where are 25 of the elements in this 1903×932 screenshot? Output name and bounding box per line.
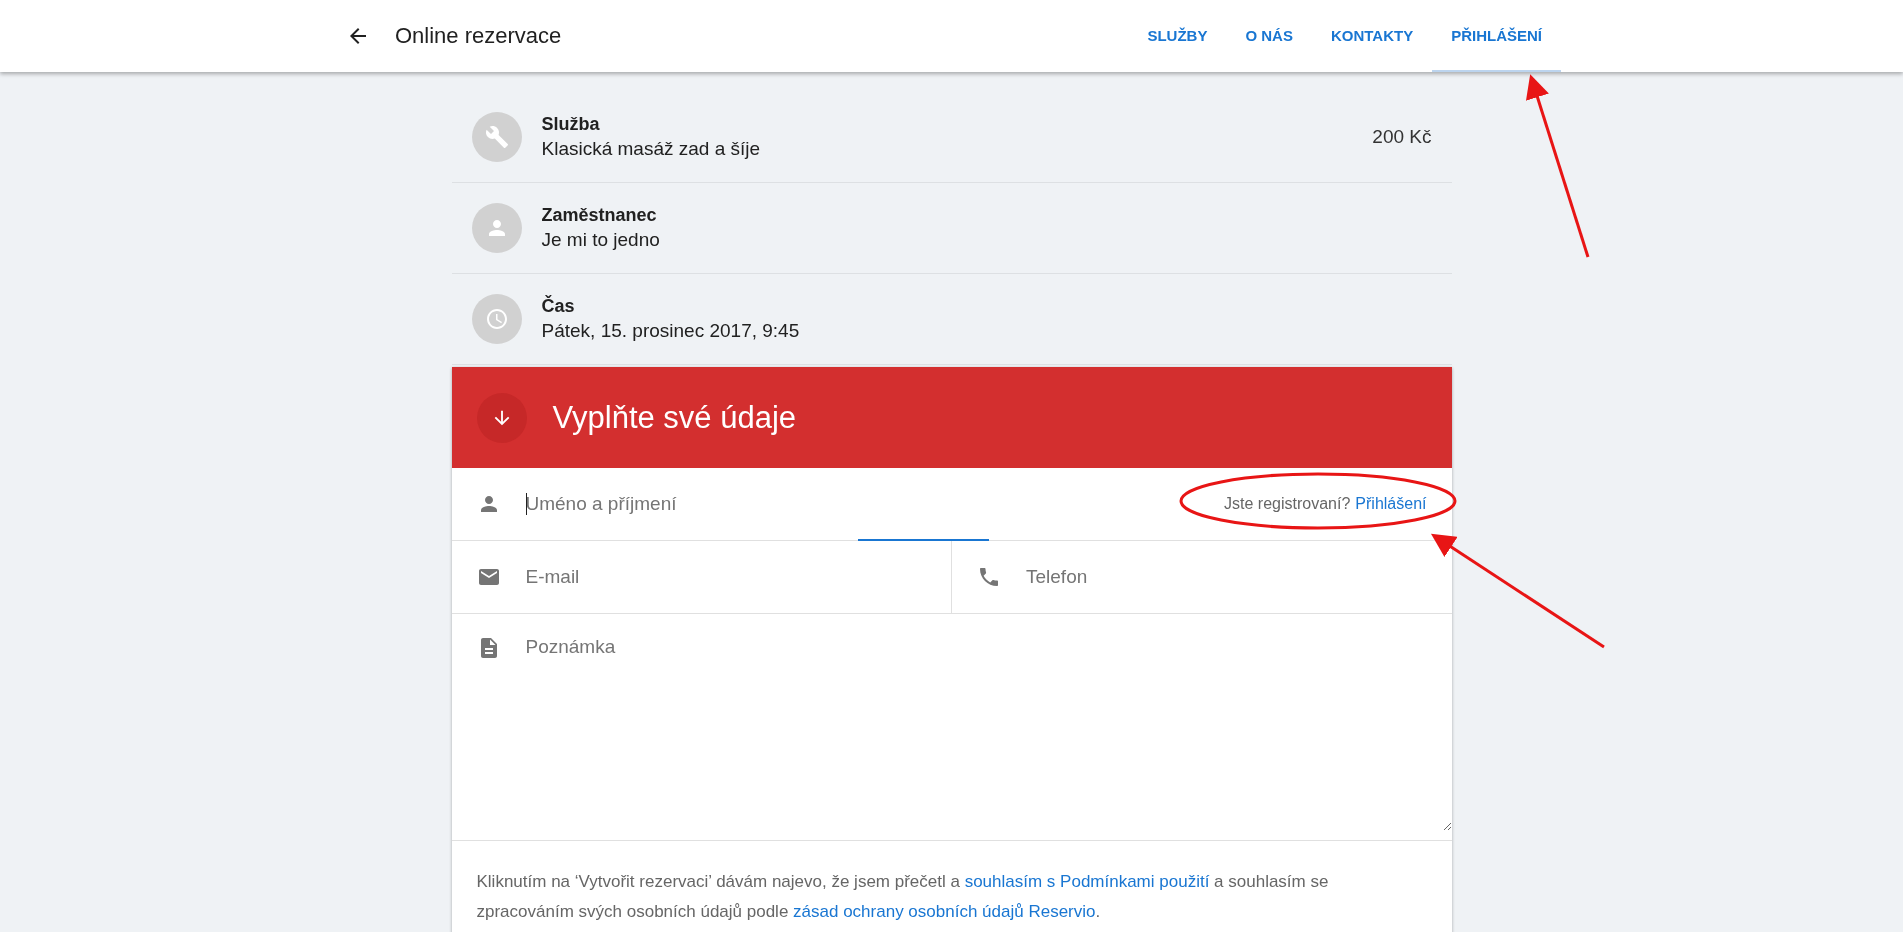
page-title: Online rezervace: [395, 23, 563, 49]
terms-text: Kliknutím na ‘Vytvořit rezervaci’ dávám najevo, že jsem přečetl a souhlasím s Podmínkami použití a souhlasím se zpracováním svých osobních údajů podle zásad ochrany osobních údajů Reservio.: [475, 871, 1330, 923]
nav-tab[interactable]: KONTAKTY: [1311, 0, 1433, 72]
login-prompt: Jste registrovaní?: [1224, 495, 1351, 513]
nav-tab[interactable]: O NÁS: [1226, 0, 1312, 72]
clock-icon: [484, 307, 509, 331]
phone-field[interactable]: Telefon: [1026, 557, 1452, 597]
price: 200 Kč: [1372, 126, 1432, 148]
terms-link[interactable]: zásad ochrany osobních údajů Reservio: [793, 902, 1096, 921]
section-title: Vyplňte své údaje: [552, 399, 797, 436]
wrench-icon: [484, 125, 509, 149]
terms-link[interactable]: souhlasím s Podmínkami použití: [964, 872, 1210, 891]
summary-label: Služba: [541, 114, 601, 135]
summary-value: Klasická masáž zad a šíje: [541, 138, 762, 160]
phone-icon: [977, 565, 1001, 589]
summary-label: Čas: [541, 296, 576, 317]
nav-tab[interactable]: SLUŽBY: [1128, 0, 1227, 72]
email-field[interactable]: E-mail: [525, 557, 951, 597]
summary-value: Je mi to jedno: [541, 229, 661, 251]
note-field[interactable]: Poznámka: [451, 614, 1452, 841]
summary-label: Zaměstnanec: [541, 205, 658, 226]
login-link[interactable]: Přihlášení: [1355, 495, 1427, 513]
summary-value: Pátek, 15. prosinec 2017, 9:45: [541, 320, 801, 342]
nav-tab[interactable]: PŘIHLÁŠENÍ: [1432, 0, 1561, 72]
name-field[interactable]: Uméno a příjmení: [525, 484, 1225, 524]
